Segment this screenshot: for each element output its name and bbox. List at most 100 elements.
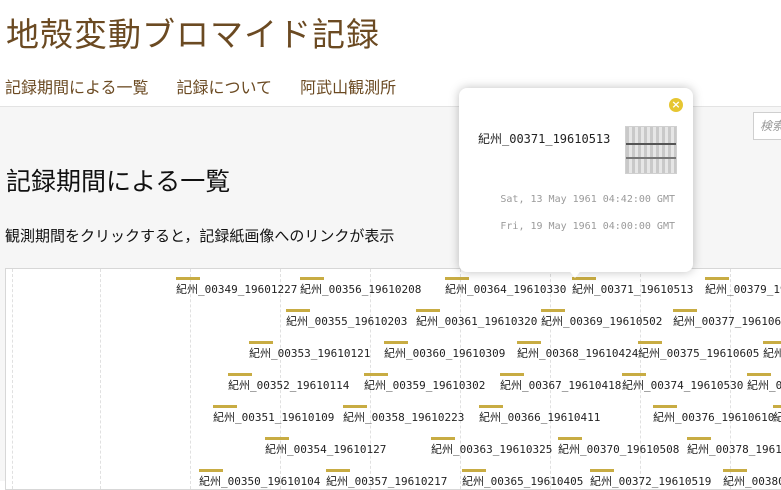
timeline-event[interactable]: 紀州_00359_19610302 [364, 373, 485, 393]
event-label: 紀州_00374_19610530 [622, 379, 744, 392]
popup-end-date: Fri, 19 May 1961 04:00:00 GMT [500, 221, 675, 232]
event-bar [176, 277, 200, 280]
timeline-event[interactable]: 紀州_00377_196106 [673, 309, 781, 329]
close-icon[interactable]: × [669, 98, 683, 112]
event-label: 紀州_00350_19610104 [199, 475, 321, 488]
event-label: 紀州_00352_19610114 [228, 379, 350, 392]
event-label: 紀州_00377_196106 [673, 315, 781, 328]
event-bar [705, 277, 729, 280]
event-bar [590, 469, 614, 472]
event-label: 紀州_00370_19610508 [558, 443, 680, 456]
timeline-event[interactable]: 紀州_00363_19610325 [431, 437, 553, 457]
timeline-event[interactable]: 紀州_00354_19610127 [265, 437, 387, 457]
timeline-event[interactable]: 紀州_00380 [723, 469, 781, 489]
timeline-event[interactable]: 紀州_00364_19610330 [445, 277, 567, 297]
timeline-event[interactable]: 紀州_0 [747, 373, 781, 393]
timeline-event-selected[interactable]: 紀州_00371_19610513 [572, 277, 694, 297]
event-label: 紀州_00375_19610605 [638, 347, 760, 360]
timeline-event[interactable]: 紀州_00374_19610530 [622, 373, 744, 393]
timeline-gridline [190, 269, 191, 489]
nav-item-about-records[interactable]: 記録について [177, 74, 273, 98]
event-label: 紀州_00364_19610330 [445, 283, 567, 296]
timeline-event[interactable]: 紀州_00379_19 [705, 277, 781, 297]
event-bar [773, 405, 781, 408]
timeline-event[interactable]: 紀州_00376_19610610 [653, 405, 775, 425]
event-bar [622, 373, 646, 376]
event-bar [431, 437, 455, 440]
timeline-event[interactable]: 紀州_00369_19610502 [541, 309, 663, 329]
event-label: 紀州_00363_19610325 [431, 443, 553, 456]
event-label: 紀州_00354_19610127 [265, 443, 387, 456]
popup-pointer [567, 268, 583, 278]
event-bar [265, 437, 289, 440]
timeline-event[interactable]: 紀州_00351_19610109 [213, 405, 334, 425]
nav-item-abuyama-observatory[interactable]: 阿武山観測所 [300, 74, 396, 98]
event-bar [364, 373, 388, 376]
timeline-event[interactable]: 紀州_00360_19610309 [384, 341, 505, 361]
timeline-event[interactable]: 紀州_00378_1961 [687, 437, 781, 457]
event-label: 紀州_00365_19610405 [462, 475, 584, 488]
event-bar [653, 405, 677, 408]
event-label: 紀州 [773, 411, 781, 424]
event-label: 紀州_00380 [723, 475, 781, 488]
event-label: 紀州 [763, 347, 781, 360]
event-bar [416, 309, 440, 312]
timeline-event[interactable]: 紀州_00350_19610104 [199, 469, 321, 489]
timeline-event[interactable]: 紀州_00361_19610320 [416, 309, 537, 329]
timeline-event[interactable]: 紀州_00352_19610114 [228, 373, 350, 393]
timeline-event[interactable]: 紀州_00366_19610411 [479, 405, 601, 425]
timeline-event[interactable]: 紀州 [773, 405, 781, 425]
timeline-event[interactable]: 紀州_00365_19610405 [462, 469, 584, 489]
event-label: 紀州_00367_19610418 [500, 379, 622, 392]
timeline-event[interactable]: 紀州_00375_19610605 [638, 341, 760, 361]
timeline-event[interactable]: 紀州_00368_19610424 [517, 341, 638, 361]
event-bar [326, 469, 350, 472]
event-label: 紀州_00353_19610121 [249, 347, 371, 360]
event-bar [343, 405, 367, 408]
event-bar [300, 277, 324, 280]
main-nav: 記録期間による一覧 記録について 阿武山観測所 [5, 74, 396, 98]
event-bar [747, 373, 771, 376]
event-label: 紀州_00355_19610203 [286, 315, 408, 328]
event-label: 紀州_00378_1961 [687, 443, 781, 456]
nav-item-period-list[interactable]: 記録期間による一覧 [5, 74, 149, 98]
event-bar [286, 309, 310, 312]
site-title[interactable]: 地殻変動ブロマイド記録 [6, 8, 380, 56]
event-bar [228, 373, 252, 376]
timeline-event[interactable]: 紀州_00367_19610418 [500, 373, 622, 393]
timeline-event[interactable]: 紀州_00370_19610508 [558, 437, 680, 457]
timeline-event[interactable]: 紀州_00353_19610121 [249, 341, 371, 361]
event-bar [500, 373, 524, 376]
timeline-event[interactable]: 紀州 [763, 341, 781, 361]
event-bar [445, 277, 469, 280]
timeline-event[interactable]: 紀州_00372_19610519 [590, 469, 712, 489]
timeline-gridline [12, 269, 13, 489]
timeline-event[interactable]: 紀州_00358_19610223 [343, 405, 465, 425]
timeline[interactable]: 紀州_00349_19601227 紀州_00356_19610208 紀州_0… [5, 268, 781, 490]
event-label: 紀州_00372_19610519 [590, 475, 712, 488]
event-label: 紀州_00349_19601227 [176, 283, 298, 296]
event-bar [213, 405, 237, 408]
event-label: 紀州_00379_19 [705, 283, 781, 296]
event-label: 紀州_0 [747, 379, 781, 392]
timeline-event[interactable]: 紀州_00357_19610217 [326, 469, 448, 489]
event-label: 紀州_00366_19610411 [479, 411, 601, 424]
timeline-gridline [100, 269, 101, 489]
timeline-event[interactable]: 紀州_00356_19610208 [300, 277, 422, 297]
timeline-event[interactable]: 紀州_00349_19601227 [176, 277, 298, 297]
event-bar [199, 469, 223, 472]
popup-start-date: Sat, 13 May 1961 04:42:00 GMT [500, 194, 675, 205]
event-label: 紀州_00376_19610610 [653, 411, 775, 424]
event-bar [673, 309, 697, 312]
search-input[interactable]: 検索 [753, 112, 781, 140]
event-label: 紀州_00371_19610513 [572, 283, 694, 296]
event-bar [517, 341, 541, 344]
timeline-event[interactable]: 紀州_00355_19610203 [286, 309, 408, 329]
record-thumbnail[interactable] [625, 126, 677, 174]
event-label: 紀州_00369_19610502 [541, 315, 663, 328]
event-bar [687, 437, 711, 440]
event-label: 紀州_00356_19610208 [300, 283, 422, 296]
event-label: 紀州_00358_19610223 [343, 411, 465, 424]
event-label: 紀州_00357_19610217 [326, 475, 448, 488]
popup-title: 紀州_00371_19610513 [478, 132, 611, 146]
